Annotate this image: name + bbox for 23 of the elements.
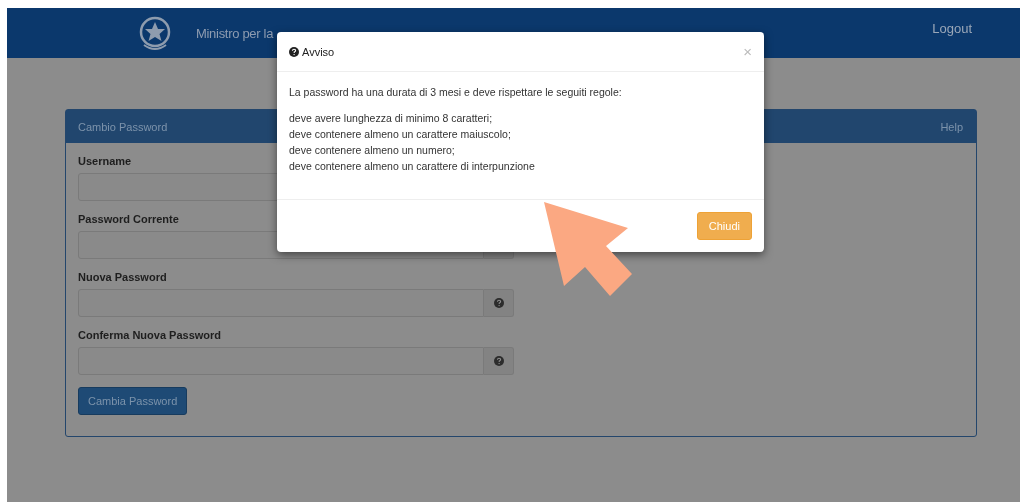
help-icon bbox=[493, 356, 504, 366]
help-link[interactable]: Help bbox=[940, 120, 963, 133]
field-label: Conferma Nuova Password bbox=[78, 329, 222, 341]
dialog-message: La password ha una durata di 3 mesi e deve rispettare le seguiti regole: bbox=[289, 86, 623, 98]
rule-text: deve avere lunghezza di minimo 8 caratteri; bbox=[289, 111, 494, 126]
emblem-icon bbox=[138, 15, 172, 51]
panel-title: Cambio Password bbox=[78, 120, 168, 133]
rule-text: deve contenere almeno un carattere maiuscolo; bbox=[289, 127, 512, 142]
rule-text: deve contenere almeno un carattere di interpunzione bbox=[289, 159, 536, 174]
rule-text: deve contenere almeno un numero; bbox=[289, 143, 456, 158]
field-label: Nuova Password bbox=[78, 271, 167, 283]
dialog-title: Avviso bbox=[302, 45, 335, 58]
help-addon[interactable] bbox=[484, 347, 514, 375]
help-addon[interactable] bbox=[484, 289, 514, 317]
field-label: Username bbox=[78, 155, 132, 167]
close-dialog-button[interactable]: Chiudi bbox=[696, 212, 752, 240]
help-icon bbox=[289, 46, 299, 57]
field-label: Password Corrente bbox=[78, 213, 179, 225]
close-button[interactable]: × bbox=[743, 43, 752, 60]
change-password-button[interactable]: Cambia Password bbox=[78, 387, 188, 415]
logout-link[interactable]: Logout bbox=[932, 20, 972, 36]
ministry-title: Ministro per la bbox=[196, 25, 274, 41]
help-icon bbox=[493, 298, 504, 308]
